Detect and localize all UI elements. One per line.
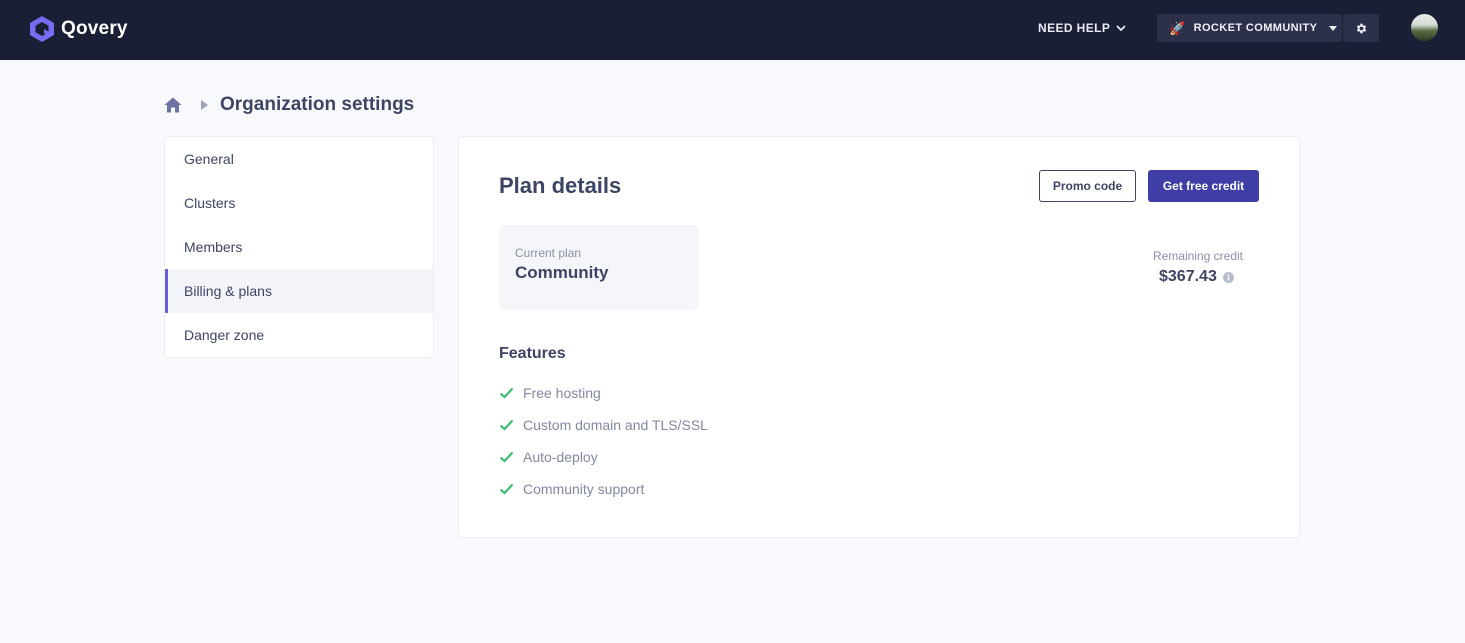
feature-label: Free hosting [523, 385, 601, 401]
chevron-down-icon [1116, 24, 1126, 31]
get-free-credit-button[interactable]: Get free credit [1148, 170, 1259, 202]
gear-icon [1356, 23, 1366, 33]
breadcrumb: Organization settings [164, 92, 414, 118]
rocket-icon: 🚀 [1169, 20, 1186, 36]
home-icon[interactable] [164, 97, 182, 113]
sidebar-item-label: Billing & plans [184, 283, 272, 299]
current-plan-box: Current plan Community [499, 225, 699, 310]
user-avatar[interactable] [1411, 14, 1438, 41]
remaining-credit-label: Remaining credit [1152, 249, 1243, 263]
list-item: Auto-deploy [499, 441, 708, 473]
sidebar-item-general[interactable]: General [165, 137, 433, 181]
promo-code-button[interactable]: Promo code [1039, 170, 1136, 202]
sidebar-item-danger-zone[interactable]: Danger zone [165, 313, 433, 357]
feature-label: Community support [523, 481, 645, 497]
current-plan-label: Current plan [515, 246, 582, 260]
qovery-logo[interactable]: Qovery [29, 15, 128, 43]
sidebar-item-label: Danger zone [184, 327, 265, 343]
remaining-credit: $367.43 [1159, 267, 1234, 287]
brand-name: Qovery [61, 18, 128, 39]
remaining-credit-value: $367.43 [1159, 268, 1217, 285]
list-item: Community support [499, 473, 708, 505]
current-plan-value: Community [515, 263, 609, 282]
feature-label: Custom domain and TLS/SSL [523, 417, 708, 433]
features-list: Free hosting Custom domain and TLS/SSL A… [499, 377, 708, 505]
check-icon [499, 483, 514, 495]
page-title: Organization settings [220, 94, 415, 115]
chevron-right-icon [201, 100, 208, 110]
sidebar-item-members[interactable]: Members [165, 225, 433, 269]
sidebar-item-label: General [184, 151, 234, 167]
plan-details-title: Plan details [499, 173, 622, 198]
organization-switcher[interactable]: 🚀 ROCKET COMMUNITY [1157, 14, 1342, 42]
sidebar-item-label: Clusters [184, 195, 236, 211]
caret-down-icon [1329, 25, 1338, 31]
qovery-logo-icon [30, 16, 54, 42]
plan-details-card: Plan details Promo code Get free credit … [458, 136, 1300, 538]
sidebar-item-clusters[interactable]: Clusters [165, 181, 433, 225]
features-title: Features [499, 345, 566, 362]
sidebar-item-billing-plans[interactable]: Billing & plans [165, 269, 433, 313]
check-icon [499, 451, 514, 463]
info-icon[interactable] [1222, 271, 1234, 283]
check-icon [499, 387, 514, 399]
settings-sidebar: General Clusters Members Billing & plans… [164, 136, 434, 358]
check-icon [499, 419, 514, 431]
feature-label: Auto-deploy [523, 449, 598, 465]
list-item: Custom domain and TLS/SSL [499, 409, 708, 441]
organization-name: ROCKET COMMUNITY [1193, 22, 1318, 34]
need-help-label: NEED HELP [1038, 21, 1111, 35]
need-help-menu[interactable]: NEED HELP [1038, 19, 1126, 37]
sidebar-item-label: Members [184, 239, 243, 255]
settings-button[interactable] [1343, 14, 1379, 42]
top-navigation-bar: Qovery NEED HELP 🚀 ROCKET COMMUNITY [0, 0, 1465, 60]
list-item: Free hosting [499, 377, 708, 409]
